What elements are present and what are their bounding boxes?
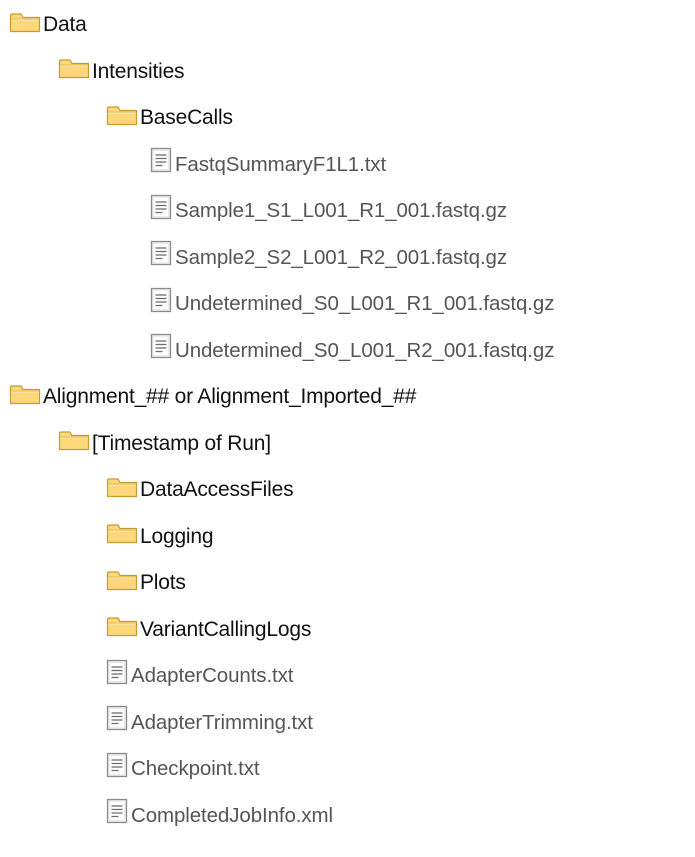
file-row[interactable]: Undetermined_S0_L001_R1_001.fastq.gz	[150, 287, 555, 319]
folder-icon	[106, 476, 138, 503]
file-row[interactable]: CompletedJobInfo.xml	[106, 798, 333, 831]
file-name: Undetermined_S0_L001_R1_001.fastq.gz	[175, 292, 555, 315]
folder-name: Plots	[140, 571, 186, 594]
document-icon	[150, 147, 172, 178]
folder-row[interactable]: Plots	[106, 568, 186, 598]
folder-name: Intensities	[92, 59, 185, 83]
document-icon	[106, 705, 128, 736]
document-icon	[150, 333, 172, 364]
document-icon	[106, 659, 128, 690]
folder-icon	[9, 383, 41, 410]
folder-icon	[106, 569, 138, 596]
folder-name: Data	[43, 13, 87, 36]
document-icon	[150, 194, 172, 225]
folder-row[interactable]: Logging	[106, 522, 214, 552]
file-name: AdapterTrimming.txt	[131, 710, 313, 734]
folder-name: Alignment_## or Alignment_Imported_##	[43, 385, 417, 408]
folder-name: DataAccessFiles	[140, 478, 294, 501]
file-row[interactable]: FastqSummaryF1L1.txt	[150, 147, 387, 180]
file-name: FastqSummaryF1L1.txt	[175, 152, 387, 176]
folder-icon	[58, 429, 90, 456]
folder-row[interactable]: DataAccessFiles	[106, 475, 294, 505]
file-row[interactable]: AdapterCounts.txt	[106, 659, 294, 691]
file-name: Checkpoint.txt	[131, 757, 260, 780]
folder-name: [Timestamp of Run]	[92, 431, 271, 455]
document-icon	[150, 287, 172, 318]
folder-row[interactable]: Data	[9, 10, 87, 40]
file-name: Undetermined_S0_L001_R2_001.fastq.gz	[175, 338, 555, 362]
folder-icon	[106, 104, 138, 131]
folder-name: BaseCalls	[140, 106, 233, 129]
file-name: CompletedJobInfo.xml	[131, 803, 333, 827]
file-row[interactable]: Undetermined_S0_L001_R2_001.fastq.gz	[150, 333, 555, 366]
folder-row[interactable]: VariantCallingLogs	[106, 615, 311, 645]
document-icon	[150, 240, 172, 271]
file-row[interactable]: Sample2_S2_L001_R2_001.fastq.gz	[150, 240, 507, 273]
folder-name: VariantCallingLogs	[140, 617, 312, 641]
folder-icon	[58, 57, 90, 84]
file-name: Sample1_S1_L001_R1_001.fastq.gz	[175, 199, 507, 222]
folder-icon	[9, 11, 41, 38]
file-row[interactable]: Checkpoint.txt	[106, 752, 260, 784]
file-tree: Data Intensities BaseCalls FastqSummaryF1L1…	[0, 0, 695, 857]
folder-row[interactable]: Intensities	[58, 57, 185, 87]
folder-row[interactable]: BaseCalls	[106, 103, 233, 133]
folder-name: Logging	[140, 524, 214, 548]
file-row[interactable]: Sample1_S1_L001_R1_001.fastq.gz	[150, 194, 507, 226]
folder-row[interactable]: [Timestamp of Run]	[58, 429, 271, 459]
file-name: Sample2_S2_L001_R2_001.fastq.gz	[175, 245, 507, 269]
document-icon	[106, 752, 128, 783]
folder-row[interactable]: Alignment_## or Alignment_Imported_##	[9, 382, 416, 412]
file-name: AdapterCounts.txt	[131, 664, 294, 687]
file-row[interactable]: AdapterTrimming.txt	[106, 705, 313, 738]
folder-icon	[106, 615, 138, 642]
folder-icon	[106, 522, 138, 549]
document-icon	[106, 798, 128, 829]
